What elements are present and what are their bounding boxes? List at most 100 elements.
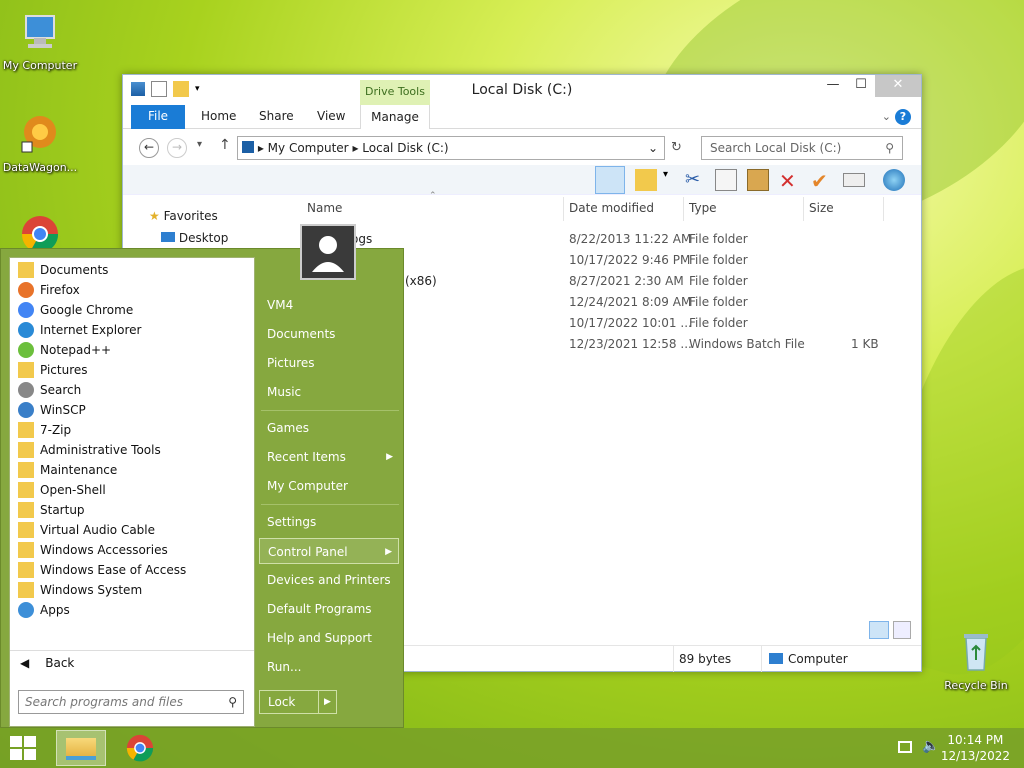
taskbar-chrome[interactable]	[124, 732, 160, 764]
column-size[interactable]: Size	[809, 201, 834, 215]
program-item[interactable]: Windows Ease of Access	[18, 560, 248, 580]
column-date[interactable]: Date modified	[569, 201, 654, 215]
details-view-icon[interactable]	[869, 621, 889, 639]
back-button[interactable]: ←	[139, 138, 159, 158]
forward-button[interactable]: →	[167, 138, 187, 158]
back-button[interactable]: ◀ Back	[20, 656, 74, 670]
file-type: File folder	[689, 316, 748, 330]
start-item-documents[interactable]: Documents	[259, 321, 399, 347]
globe-icon[interactable]	[883, 169, 905, 191]
program-item[interactable]: 7-Zip	[18, 420, 248, 440]
table-row[interactable]: ogs 8/22/2013 11:22 AM File folder	[301, 229, 901, 250]
program-item[interactable]: Open-Shell	[18, 480, 248, 500]
desktop-icon-datawagon[interactable]: DataWagon...	[0, 112, 80, 174]
program-item[interactable]: Windows Accessories	[18, 540, 248, 560]
minimize-button[interactable]: —	[819, 75, 847, 97]
tab-home[interactable]: Home	[201, 109, 236, 123]
program-item[interactable]: Internet Explorer	[18, 320, 248, 340]
refresh-icon[interactable]: ↻	[671, 140, 682, 155]
start-item-my-computer[interactable]: My Computer	[259, 473, 399, 499]
maximize-button[interactable]: ☐	[847, 75, 875, 97]
nav-favorites[interactable]: ★ Favorites	[149, 209, 218, 223]
status-size: 89 bytes	[679, 652, 732, 666]
desktop-icon-my-computer[interactable]: My Computer	[0, 10, 80, 72]
lock-options-arrow-icon[interactable]: ▶	[318, 691, 336, 713]
program-item[interactable]: Search	[18, 380, 248, 400]
expand-ribbon-icon[interactable]: ⌄	[882, 110, 891, 123]
divider	[261, 504, 399, 505]
start-button[interactable]	[10, 736, 36, 760]
program-item[interactable]: Pictures	[18, 360, 248, 380]
start-item-games[interactable]: Games	[259, 415, 399, 441]
properties-check-icon[interactable]: ✔	[811, 169, 833, 193]
delete-icon[interactable]: ✕	[779, 169, 801, 193]
network-icon[interactable]	[898, 741, 912, 753]
rename-icon[interactable]	[843, 173, 865, 187]
breadcrumb-my-computer[interactable]: My Computer	[268, 141, 349, 155]
breadcrumb-local-disk[interactable]: Local Disk (C:)	[362, 141, 448, 155]
search-icon: ⚲	[228, 695, 237, 709]
program-label: Search	[40, 383, 82, 397]
file-date: 8/22/2013 11:22 AM	[569, 232, 692, 246]
start-item-run[interactable]: Run...	[259, 654, 399, 680]
lock-button[interactable]: Lock ▶	[259, 690, 337, 714]
start-item-vm4[interactable]: VM4	[259, 292, 399, 318]
tab-file[interactable]: File	[131, 105, 185, 129]
program-label: WinSCP	[40, 403, 86, 417]
winscp-icon	[18, 402, 34, 418]
up-arrow-icon[interactable]: ↑	[219, 137, 231, 153]
program-item[interactable]: Administrative Tools	[18, 440, 248, 460]
large-icons-view-icon[interactable]	[893, 621, 911, 639]
start-search-input[interactable]: Search programs and files ⚲	[18, 690, 244, 714]
notepad-icon	[18, 342, 34, 358]
copy-icon[interactable]	[715, 169, 737, 191]
recent-locations-icon[interactable]: ▾	[197, 139, 202, 150]
address-dropdown-icon[interactable]: ⌄	[648, 137, 658, 159]
program-item[interactable]: Maintenance	[18, 460, 248, 480]
start-item-default-programs[interactable]: Default Programs	[259, 596, 399, 622]
file-date: 10/17/2022 10:01 ...	[569, 316, 692, 330]
program-item[interactable]: Google Chrome	[18, 300, 248, 320]
start-menu[interactable]: Documents Firefox Google Chrome Internet Ex…	[0, 248, 404, 728]
program-item[interactable]: Notepad++	[18, 340, 248, 360]
search-input[interactable]: Search Local Disk (C:) ⚲	[701, 136, 903, 160]
nav-desktop[interactable]: Desktop	[161, 231, 228, 245]
program-item[interactable]: WinSCP	[18, 400, 248, 420]
recycle-bin-icon	[964, 634, 988, 671]
program-item[interactable]: Apps	[18, 600, 248, 620]
address-bar[interactable]: ▸ My Computer ▸ Local Disk (C:) ⌄	[237, 136, 665, 160]
start-item-recent-items[interactable]: Recent Items ▶	[259, 444, 399, 470]
start-item-devices[interactable]: Devices and Printers	[259, 567, 399, 593]
title-bar[interactable]: ▾ Drive Tools Local Disk (C:) — ☐ ✕	[123, 75, 921, 105]
program-item[interactable]: Documents	[18, 260, 248, 280]
preview-pane-icon[interactable]	[595, 166, 625, 194]
tab-view[interactable]: View	[317, 109, 345, 123]
program-item[interactable]: Startup	[18, 500, 248, 520]
options-dropdown-icon[interactable]: ▾	[663, 169, 673, 191]
start-item-help[interactable]: Help and Support	[259, 625, 399, 651]
desktop-icon-recycle-bin[interactable]: Recycle Bin	[936, 630, 1016, 692]
clock-time: 10:14 PM	[947, 733, 1004, 747]
close-button[interactable]: ✕	[875, 75, 921, 97]
clock[interactable]: 10:14 PM 12/13/2022	[941, 732, 1010, 764]
start-item-pictures[interactable]: Pictures	[259, 350, 399, 376]
tab-share[interactable]: Share	[259, 109, 294, 123]
column-name[interactable]: Name	[307, 201, 342, 215]
start-item-settings[interactable]: Settings	[259, 509, 399, 535]
program-item[interactable]: Firefox	[18, 280, 248, 300]
program-item[interactable]: Virtual Audio Cable	[18, 520, 248, 540]
help-icon[interactable]: ?	[895, 109, 911, 125]
tab-manage[interactable]: Manage	[360, 105, 430, 129]
start-item-music[interactable]: Music	[259, 379, 399, 405]
status-separator	[761, 646, 762, 672]
user-avatar[interactable]	[300, 224, 356, 280]
program-label: Internet Explorer	[40, 323, 142, 337]
taskbar-file-explorer[interactable]	[56, 730, 106, 766]
column-type[interactable]: Type	[689, 201, 717, 215]
program-item[interactable]: Windows System	[18, 580, 248, 600]
paste-icon[interactable]	[747, 169, 769, 191]
folder-options-icon[interactable]	[635, 169, 657, 191]
cut-icon[interactable]: ✂	[685, 169, 707, 191]
start-item-control-panel[interactable]: Control Panel ▶	[259, 538, 399, 564]
volume-icon[interactable]: 🔈	[922, 738, 939, 754]
